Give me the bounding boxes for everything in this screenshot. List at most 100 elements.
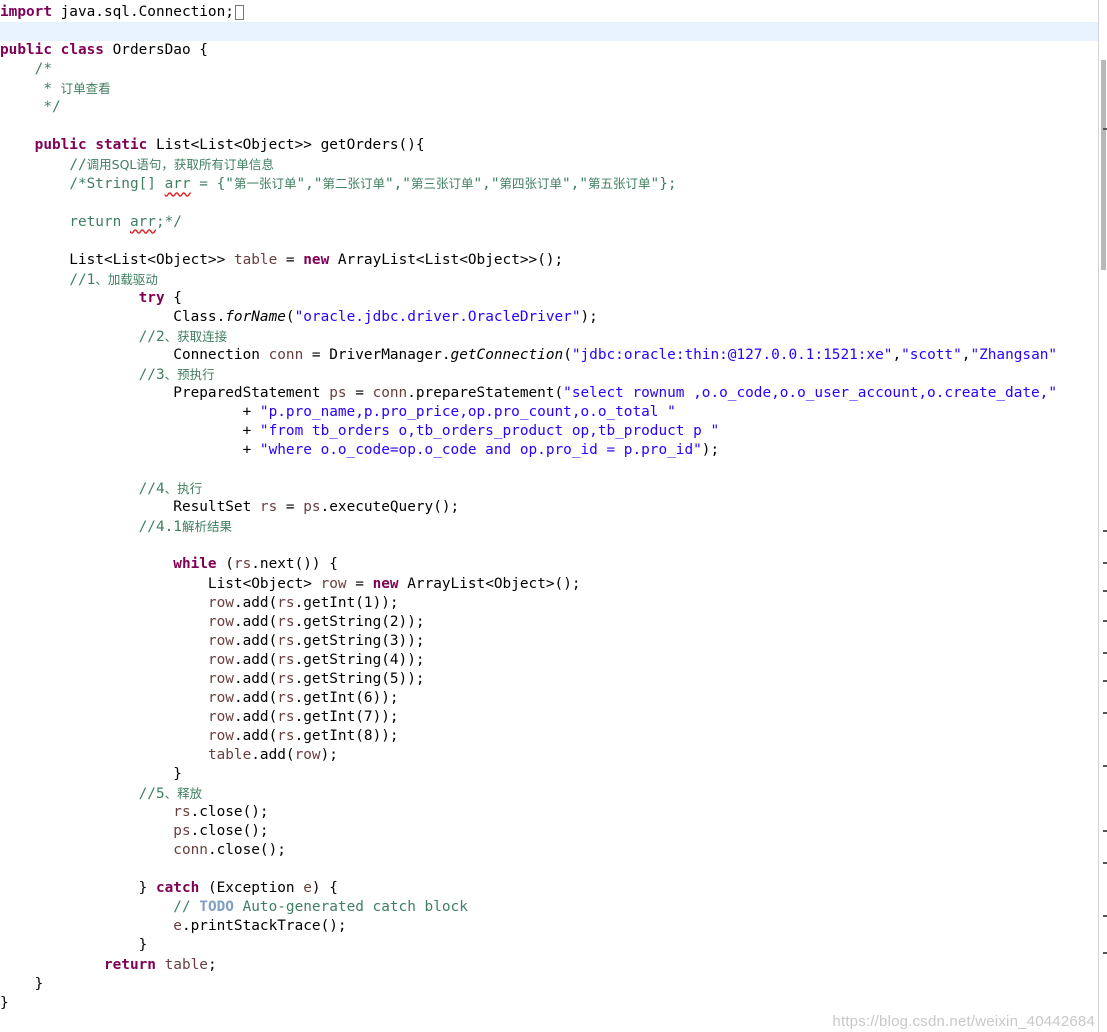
code-line[interactable]: ResultSet rs = ps.executeQuery(); bbox=[0, 498, 459, 517]
code-editor[interactable]: import java.sql.Connection; public class … bbox=[0, 0, 1098, 1032]
code-line[interactable]: //4.1解析结果 bbox=[0, 517, 232, 536]
code-line[interactable]: row.add(rs.getString(4)); bbox=[0, 651, 425, 670]
code-token: rs bbox=[233, 556, 252, 573]
code-token: Connection bbox=[0, 346, 269, 363]
code-token: + bbox=[0, 442, 260, 459]
overview-marker[interactable] bbox=[1103, 952, 1107, 954]
code-token: 第五张订单 bbox=[588, 176, 651, 192]
code-token: ArrayList<Object>(); bbox=[398, 575, 581, 592]
code-line[interactable]: e.printStackTrace(); bbox=[0, 917, 347, 936]
code-line[interactable]: row.add(rs.getInt(6)); bbox=[0, 689, 399, 708]
code-token: 订单查看 bbox=[60, 81, 111, 97]
code-line[interactable]: row.add(rs.getInt(1)); bbox=[0, 594, 399, 613]
code-line[interactable]: } bbox=[0, 936, 148, 955]
overview-marker[interactable] bbox=[1103, 128, 1107, 130]
overview-marker[interactable] bbox=[1103, 620, 1107, 622]
code-token: .getString(3)); bbox=[294, 632, 425, 649]
code-line[interactable]: } bbox=[0, 994, 9, 1013]
code-line[interactable]: table.add(row); bbox=[0, 746, 338, 765]
overview-marker[interactable] bbox=[1103, 590, 1107, 592]
code-line[interactable]: ps.close(); bbox=[0, 822, 268, 841]
overview-marker[interactable] bbox=[1103, 562, 1107, 564]
code-line[interactable]: conn.close(); bbox=[0, 841, 286, 860]
code-token: "from tb_orders o,tb_orders_product op,t… bbox=[259, 423, 720, 440]
code-line[interactable]: //调用SQL语句，获取所有订单信息 bbox=[0, 155, 274, 174]
code-token: ( bbox=[563, 346, 572, 363]
code-token: // bbox=[69, 157, 87, 174]
code-token: = bbox=[277, 499, 304, 516]
code-token: //2 bbox=[138, 328, 165, 345]
code-line[interactable]: /*String[] arr = {"第一张订单","第二张订单","第三张订单… bbox=[0, 174, 676, 193]
code-line[interactable]: //2、获取连接 bbox=[0, 327, 228, 346]
code-token: new bbox=[372, 575, 399, 592]
overview-marker[interactable] bbox=[1103, 652, 1107, 654]
code-line[interactable]: // TODO Auto-generated catch block bbox=[0, 898, 468, 917]
code-line[interactable]: //3、预执行 bbox=[0, 365, 215, 384]
code-line[interactable]: try { bbox=[0, 289, 182, 308]
code-token: .printStackTrace(); bbox=[181, 918, 347, 935]
code-token: .next()) { bbox=[251, 556, 338, 573]
code-line[interactable]: //4、执行 bbox=[0, 479, 203, 498]
code-line[interactable]: } bbox=[0, 975, 44, 994]
code-line[interactable]: row.add(rs.getString(3)); bbox=[0, 632, 425, 651]
code-line[interactable]: row.add(rs.getString(5)); bbox=[0, 670, 425, 689]
code-token: while bbox=[173, 556, 217, 573]
code-line[interactable]: row.add(rs.getInt(7)); bbox=[0, 708, 399, 727]
code-line[interactable]: import java.sql.Connection; bbox=[0, 3, 244, 22]
code-line[interactable]: + "from tb_orders o,tb_orders_product op… bbox=[0, 422, 720, 441]
code-line[interactable]: Class.forName("oracle.jdbc.driver.Oracle… bbox=[0, 308, 598, 327]
code-line[interactable]: + "where o.o_code=op.o_code and op.pro_i… bbox=[0, 441, 720, 460]
overview-marker[interactable] bbox=[1103, 915, 1107, 917]
code-line[interactable]: } catch (Exception e) { bbox=[0, 879, 338, 898]
code-line[interactable]: while (rs.next()) { bbox=[0, 555, 338, 574]
code-line[interactable]: row.add(rs.getInt(8)); bbox=[0, 727, 399, 746]
code-token: .add( bbox=[233, 727, 278, 744]
code-line[interactable]: */ bbox=[0, 98, 60, 117]
code-token: e bbox=[173, 918, 182, 935]
code-line[interactable]: //1、加载驱动 bbox=[0, 270, 158, 289]
code-line[interactable]: Connection conn = DriverManager.getConne… bbox=[0, 346, 1057, 365]
code-token: .add( bbox=[233, 613, 278, 630]
code-line[interactable]: return table; bbox=[0, 956, 217, 975]
overview-marker[interactable] bbox=[1103, 765, 1107, 767]
code-line[interactable]: //5、释放 bbox=[0, 784, 203, 803]
overview-marker[interactable] bbox=[1103, 862, 1107, 864]
overview-marker[interactable] bbox=[1103, 530, 1107, 532]
code-token: .executeQuery(); bbox=[320, 499, 460, 516]
code-line[interactable]: public class OrdersDao { bbox=[0, 41, 208, 60]
code-token: // bbox=[173, 899, 200, 916]
code-token: } bbox=[0, 766, 182, 782]
code-token: "," bbox=[562, 176, 589, 193]
code-line[interactable]: public static List<List<Object>> getOrde… bbox=[0, 136, 425, 155]
overview-marker[interactable] bbox=[1103, 712, 1107, 714]
code-line[interactable]: List<List<Object>> table = new ArrayList… bbox=[0, 251, 563, 270]
code-line[interactable]: } bbox=[0, 765, 182, 784]
current-line-highlight bbox=[0, 22, 1098, 41]
overview-marker[interactable] bbox=[1103, 680, 1107, 682]
overview-ruler[interactable] bbox=[1098, 0, 1107, 1032]
code-token: table bbox=[164, 956, 208, 973]
code-line[interactable]: PreparedStatement ps = conn.prepareState… bbox=[0, 384, 1057, 403]
code-line[interactable]: return arr;*/ bbox=[0, 213, 182, 232]
code-line[interactable]: + "p.pro_name,p.pro_price,op.pro_count,o… bbox=[0, 403, 676, 422]
code-line[interactable]: rs.close(); bbox=[0, 803, 268, 822]
code-line[interactable]: * 订单查看 bbox=[0, 79, 111, 98]
code-token: rs bbox=[277, 613, 295, 630]
code-token: 第二张订单 bbox=[322, 176, 385, 192]
overview-ruler-thumb[interactable] bbox=[1101, 60, 1106, 270]
code-token: ps bbox=[329, 385, 347, 401]
code-token: try bbox=[138, 289, 165, 306]
overview-marker[interactable] bbox=[1103, 830, 1107, 832]
code-line[interactable]: row.add(rs.getString(2)); bbox=[0, 613, 425, 632]
code-token: row bbox=[207, 613, 234, 630]
code-token: .getInt(8)); bbox=[294, 727, 399, 744]
code-line[interactable]: List<Object> row = new ArrayList<Object>… bbox=[0, 575, 581, 594]
code-line[interactable]: /* bbox=[0, 60, 52, 79]
code-token: row bbox=[207, 651, 234, 668]
code-token: conn bbox=[372, 385, 408, 401]
